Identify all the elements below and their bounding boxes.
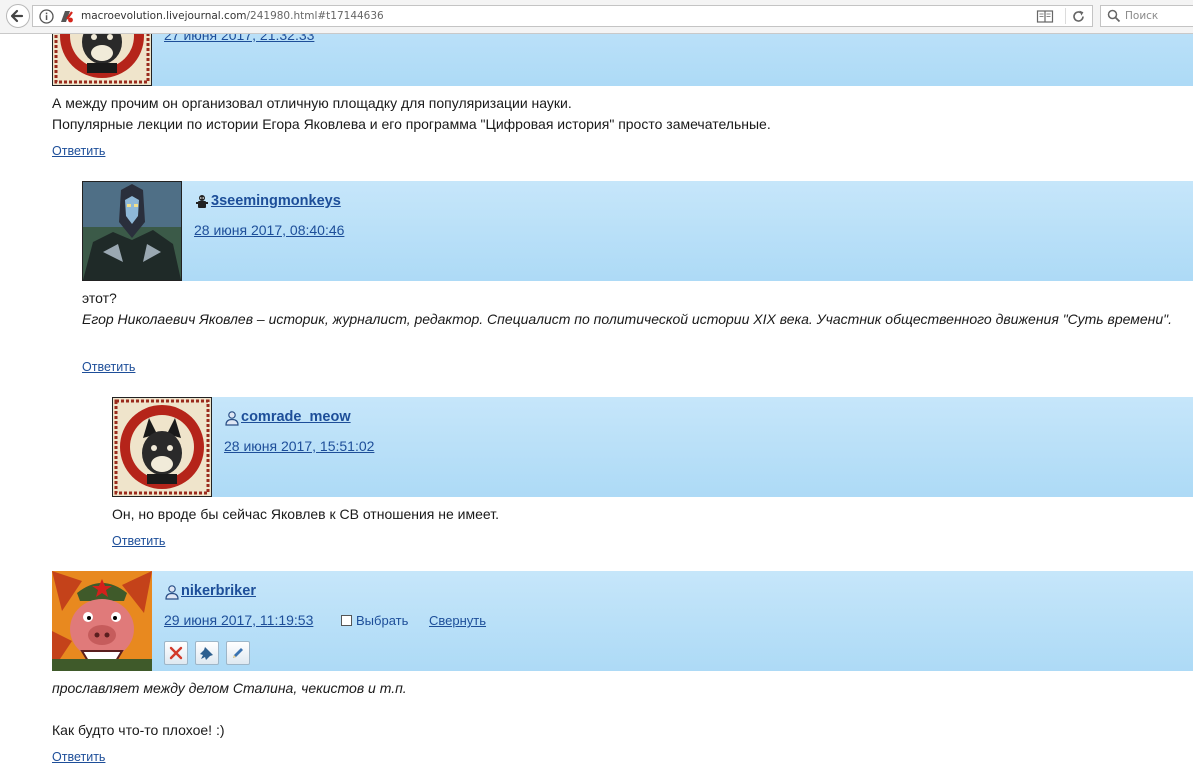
info-icon[interactable] — [39, 9, 54, 24]
avatar[interactable] — [52, 571, 152, 671]
reply-link[interactable]: Ответить — [112, 534, 165, 548]
masked-figure-avatar-image — [83, 182, 181, 280]
comment-text-line: А между прочим он организовал отличную п… — [52, 95, 572, 111]
comment-date[interactable]: 28 июня 2017, 08:40:46 — [194, 222, 344, 238]
url-separator — [1065, 8, 1066, 24]
comment-text-line: этот? — [82, 290, 117, 306]
url-path: /241980.html#t17144636 — [246, 10, 384, 22]
comment-username[interactable]: comrade_meow — [241, 409, 351, 425]
delete-x-icon — [169, 646, 183, 660]
page-content: 27 июня 2017, 21:32:33 А между прочим он… — [0, 34, 1193, 768]
reload-icon[interactable] — [1071, 9, 1086, 24]
pin-freeze-icon — [200, 647, 213, 660]
reader-view-icon[interactable] — [1036, 9, 1054, 24]
comment-username[interactable]: nikerbriker — [181, 583, 256, 599]
avatar[interactable] — [112, 397, 212, 497]
browser-toolbar: macroevolution.livejournal.com/241980.ht… — [0, 0, 1193, 34]
cat-stamp-avatar-image — [113, 398, 211, 496]
comment-text-line: Он, но вроде бы сейчас Яковлев к СВ отно… — [112, 506, 499, 522]
choose-checkbox[interactable]: Выбрать — [341, 613, 408, 628]
comment-text-line: Как будто что-то плохое! :) — [52, 722, 225, 738]
cat-stamp-avatar-image — [53, 34, 151, 85]
comment-text-line: Популярные лекции по истории Егора Яковл… — [52, 116, 771, 132]
search-bar[interactable]: Поиск — [1100, 5, 1193, 27]
user-icon[interactable] — [224, 410, 240, 426]
delete-button[interactable] — [164, 641, 188, 665]
reply-link[interactable]: Ответить — [82, 360, 135, 374]
comment-text: этот? Егор Николаевич Яковлев – историк,… — [82, 288, 1172, 330]
comment-italic-line: прославляет между делом Сталина, чекисто… — [52, 680, 407, 696]
edit-button[interactable] — [226, 641, 250, 665]
comment-quote: Егор Николаевич Яковлев – историк, журна… — [82, 311, 1172, 327]
comment-text: А между прочим он организовал отличную п… — [52, 93, 1172, 135]
avatar[interactable] — [52, 34, 152, 86]
mixed-content-shield-icon[interactable] — [58, 9, 74, 24]
freeze-button[interactable] — [195, 641, 219, 665]
back-arrow-icon — [10, 9, 24, 23]
url-domain: macroevolution.livejournal.com — [81, 10, 247, 22]
back-button[interactable] — [6, 4, 30, 28]
choose-label: Выбрать — [356, 613, 409, 628]
monkey-user-icon[interactable] — [194, 194, 210, 210]
comment-date[interactable]: 28 июня 2017, 15:51:02 — [224, 438, 374, 454]
comment-text: Как будто что-то плохое! :) — [52, 720, 1172, 741]
comment-username[interactable]: 3seemingmonkeys — [211, 193, 341, 209]
url-bar[interactable]: macroevolution.livejournal.com/241980.ht… — [32, 5, 1093, 27]
angry-pig-soldier-avatar-image — [52, 571, 152, 671]
comment-date[interactable]: 27 июня 2017, 21:32:33 — [164, 34, 314, 43]
edit-pencil-icon — [233, 648, 243, 658]
checkbox-box[interactable] — [341, 615, 352, 626]
collapse-link[interactable]: Свернуть — [429, 613, 486, 628]
comment-text: Он, но вроде бы сейчас Яковлев к СВ отно… — [112, 504, 1172, 525]
search-placeholder: Поиск — [1125, 10, 1159, 22]
avatar[interactable] — [82, 181, 182, 281]
url-text[interactable]: macroevolution.livejournal.com/241980.ht… — [81, 10, 384, 22]
reply-link[interactable]: Ответить — [52, 750, 105, 764]
user-icon[interactable] — [164, 584, 180, 600]
comment-date[interactable]: 29 июня 2017, 11:19:53 — [164, 612, 313, 628]
search-icon — [1107, 9, 1121, 23]
reply-link[interactable]: Ответить — [52, 144, 105, 158]
